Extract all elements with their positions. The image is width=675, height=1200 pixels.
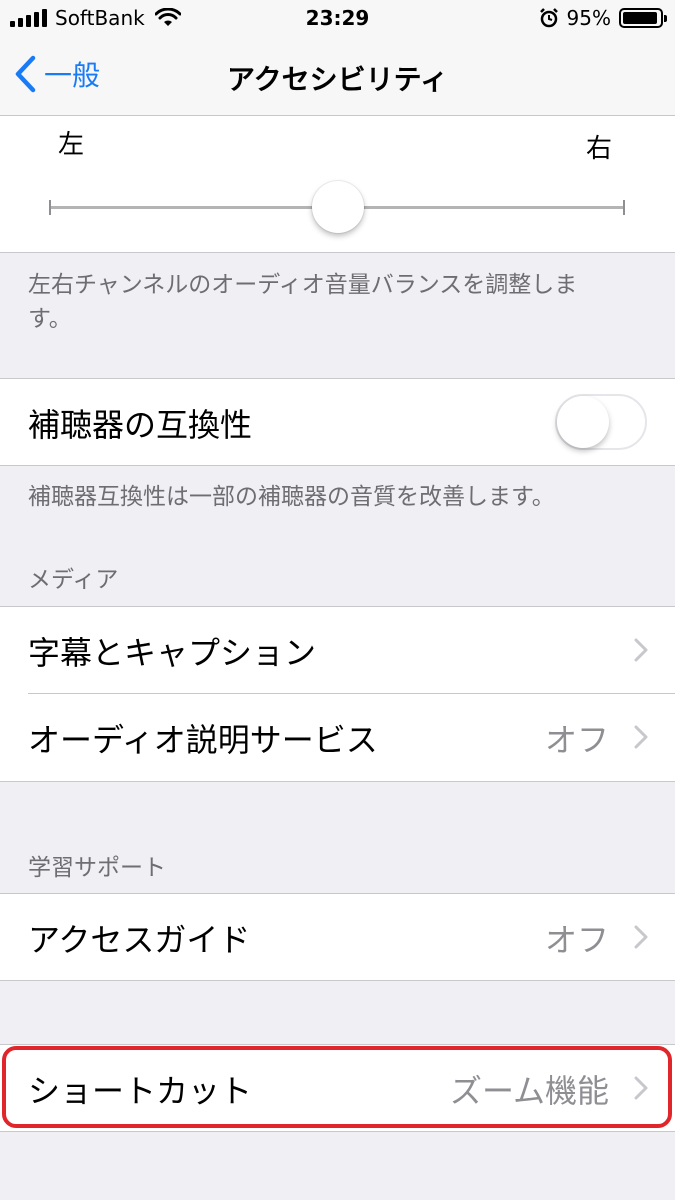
audio-descriptions-label: オーディオ説明サービス: [28, 720, 378, 759]
list-item-captions[interactable]: 字幕とキャプション: [0, 607, 675, 694]
balance-slider-thumb[interactable]: [311, 181, 364, 233]
toggle-knob: [557, 396, 609, 448]
chevron-right-icon: [634, 925, 648, 949]
balance-left-label: 左: [58, 130, 85, 160]
list-item-guided-access[interactable]: アクセスガイド オフ: [0, 894, 675, 981]
hearing-aid-label: 補聴器の互換性: [28, 405, 253, 444]
list-item-shortcut[interactable]: ショートカット ズーム機能: [0, 1045, 675, 1132]
battery-icon: [619, 8, 667, 28]
learning-card: アクセスガイド オフ: [0, 893, 675, 981]
media-section-header: メディア: [28, 567, 119, 593]
hearing-aid-toggle[interactable]: [555, 394, 647, 450]
alarm-icon: [539, 8, 558, 28]
balance-slider-max-tick: [623, 200, 625, 215]
balance-card: 左 右: [0, 116, 675, 253]
battery-fill: [623, 12, 658, 24]
nav-bar: 一般 アクセシビリティ: [0, 40, 675, 116]
captions-label: 字幕とキャプション: [28, 633, 317, 672]
status-bar: SoftBank 23:29 95%: [0, 0, 675, 40]
balance-slider-min-tick: [49, 200, 51, 215]
chevron-right-icon: [634, 1076, 648, 1100]
hearing-aid-card: 補聴器の互換性: [0, 378, 675, 466]
chevron-right-icon: [634, 725, 648, 749]
shortcut-card: ショートカット ズーム機能: [0, 1044, 675, 1132]
shortcut-label: ショートカット: [28, 1071, 253, 1110]
hearing-aid-row: 補聴器の互換性: [0, 379, 675, 466]
page-title: アクセシビリティ: [227, 63, 448, 96]
shortcut-value: ズーム機能: [449, 1071, 609, 1110]
media-card: 字幕とキャプション オーディオ説明サービス オフ: [0, 606, 675, 782]
balance-right-label: 右: [586, 134, 613, 164]
learning-section-header: 学習サポート: [28, 855, 166, 881]
battery-percent: 95%: [566, 6, 611, 30]
audio-descriptions-value: オフ: [544, 720, 609, 759]
guided-access-value: オフ: [544, 920, 609, 959]
guided-access-label: アクセスガイド: [28, 920, 251, 959]
list-item-audio-descriptions[interactable]: オーディオ説明サービス オフ: [0, 694, 675, 781]
status-right: 95%: [539, 6, 667, 30]
chevron-right-icon: [634, 638, 648, 662]
hearing-aid-footer: 補聴器互換性は一部の補聴器の音質を改善します。: [28, 484, 555, 510]
balance-footer: 左右チャンネルのオーディオ音量バランスを調整します。: [28, 272, 578, 332]
